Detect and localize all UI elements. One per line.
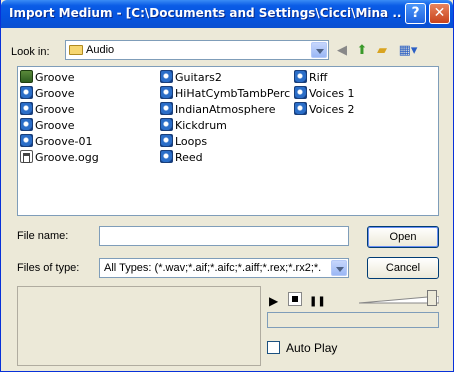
window-title: Import Medium - [C:\Documents and Settin…: [9, 6, 401, 20]
audio-file-icon: [20, 86, 33, 99]
views-menu-icon[interactable]: ▦▾: [395, 42, 421, 60]
file-item-label: IndianAtmosphere: [175, 103, 276, 116]
audio-file-icon: [294, 102, 307, 115]
file-item[interactable]: Kickdrum: [160, 118, 227, 133]
file-item[interactable]: Groove.ogg: [20, 150, 99, 165]
title-bar[interactable]: Import Medium - [C:\Documents and Settin…: [1, 0, 453, 28]
audio-file-icon: [294, 70, 307, 83]
chevron-down-icon[interactable]: [311, 42, 327, 58]
file-item[interactable]: IndianAtmosphere: [160, 102, 276, 117]
file-item-label: Groove.ogg: [35, 151, 99, 164]
cancel-button[interactable]: Cancel: [367, 257, 439, 279]
pause-button[interactable]: ❚❚: [309, 296, 326, 307]
look-in-label: Look in:: [11, 46, 50, 58]
audio-file-icon: [294, 86, 307, 99]
file-item[interactable]: Groove-01: [20, 134, 93, 149]
audio-file-icon: [160, 70, 173, 83]
play-button[interactable]: ▶: [269, 294, 278, 308]
open-button[interactable]: Open: [367, 226, 439, 248]
audio-file-icon: [160, 150, 173, 163]
groove-file-icon: [20, 70, 33, 83]
file-item[interactable]: Groove: [20, 86, 75, 101]
file-list[interactable]: Groove Groove Groove Groove Groove-01 Groove.…: [17, 66, 439, 216]
file-item[interactable]: Reed: [160, 150, 203, 165]
playback-progress-bar[interactable]: [267, 312, 439, 328]
back-icon[interactable]: ◀: [333, 42, 351, 60]
files-of-type-dropdown[interactable]: All Types: (*.wav;*.aif;*.aifc;*.aiff;*.…: [99, 258, 349, 278]
file-item[interactable]: Loops: [160, 134, 207, 149]
file-item-label: Reed: [175, 151, 203, 164]
file-item-label: Kickdrum: [175, 119, 227, 132]
file-item[interactable]: Guitars2: [160, 70, 222, 85]
file-item[interactable]: Voices 1: [294, 86, 355, 101]
stop-button[interactable]: [288, 292, 302, 306]
audio-file-icon: [160, 134, 173, 147]
files-of-type-value: All Types: (*.wav;*.aif;*.aifc;*.aiff;*.…: [104, 262, 322, 274]
audio-file-icon: [20, 102, 33, 115]
file-item[interactable]: Voices 2: [294, 102, 355, 117]
file-item[interactable]: Groove: [20, 102, 75, 117]
file-name-label: File name:: [17, 230, 69, 242]
file-item[interactable]: Riff: [294, 70, 327, 85]
autoplay-label: Auto Play: [286, 341, 338, 355]
ogg-file-icon: [20, 150, 33, 163]
file-item-label: HiHatCymbTambPerc: [175, 87, 291, 100]
up-folder-icon[interactable]: ⬆: [353, 42, 371, 60]
file-item-label: Groove: [35, 71, 75, 84]
file-item-label: Groove: [35, 87, 75, 100]
volume-slider-thumb[interactable]: [427, 290, 437, 306]
folder-icon: [69, 45, 83, 55]
audio-file-icon: [20, 134, 33, 147]
look-in-dropdown[interactable]: Audio: [65, 40, 329, 60]
preview-pane: [17, 286, 261, 366]
file-item[interactable]: Groove: [20, 70, 75, 85]
file-item[interactable]: HiHatCymbTambPerc: [160, 86, 290, 101]
file-item-label: Groove: [35, 103, 75, 116]
audio-file-icon: [20, 118, 33, 131]
file-item[interactable]: Groove: [20, 118, 75, 133]
file-item-label: Voices 1: [309, 87, 355, 100]
file-item-label: Guitars2: [175, 71, 222, 84]
file-item-label: Groove-01: [35, 135, 93, 148]
file-item-label: Groove: [35, 119, 75, 132]
help-button[interactable]: ?: [405, 3, 426, 24]
file-name-input[interactable]: [99, 226, 349, 246]
file-item-label: Voices 2: [309, 103, 355, 116]
file-item-label: Loops: [175, 135, 208, 148]
file-item-label: Riff: [309, 71, 328, 84]
new-folder-icon[interactable]: ▰: [373, 42, 391, 60]
chevron-down-icon[interactable]: [331, 260, 347, 276]
autoplay-checkbox[interactable]: [267, 341, 280, 354]
import-medium-dialog: Import Medium - [C:\Documents and Settin…: [0, 0, 454, 372]
audio-file-icon: [160, 86, 173, 99]
audio-file-icon: [160, 102, 173, 115]
audio-file-icon: [160, 118, 173, 131]
close-button[interactable]: ✕: [429, 3, 450, 24]
files-of-type-label: Files of type:: [17, 262, 80, 274]
look-in-value: Audio: [86, 44, 115, 56]
